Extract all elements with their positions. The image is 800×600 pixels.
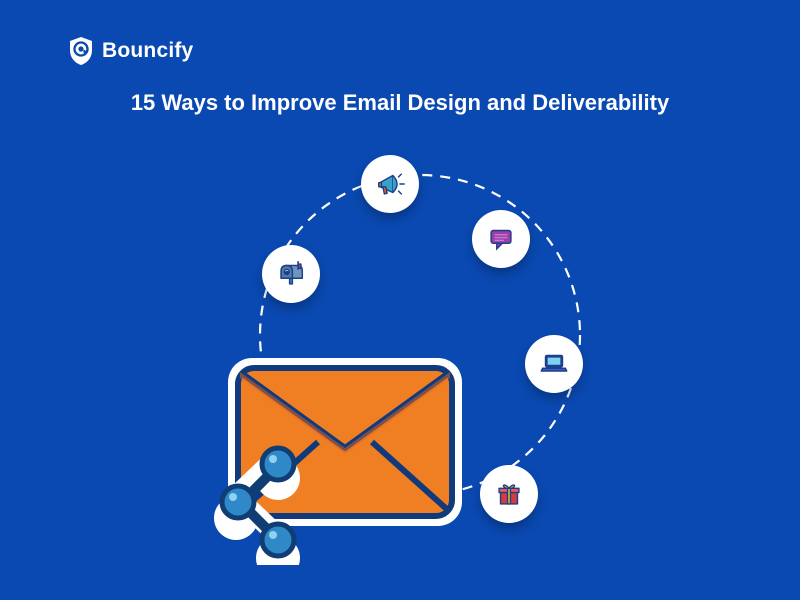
- page-title: 15 Ways to Improve Email Design and Deli…: [0, 90, 800, 116]
- illustration: @: [0, 120, 800, 600]
- svg-text:@: @: [285, 271, 289, 275]
- brand-name: Bouncify: [102, 39, 193, 63]
- shield-at-icon: [68, 36, 94, 66]
- envelope-share-icon: [210, 330, 480, 565]
- mailbox-icon: @: [262, 245, 320, 303]
- gift-icon: [480, 465, 538, 523]
- brand-logo: Bouncify: [68, 36, 193, 66]
- megaphone-icon: [361, 155, 419, 213]
- laptop-icon: [525, 335, 583, 393]
- chat-icon: [472, 210, 530, 268]
